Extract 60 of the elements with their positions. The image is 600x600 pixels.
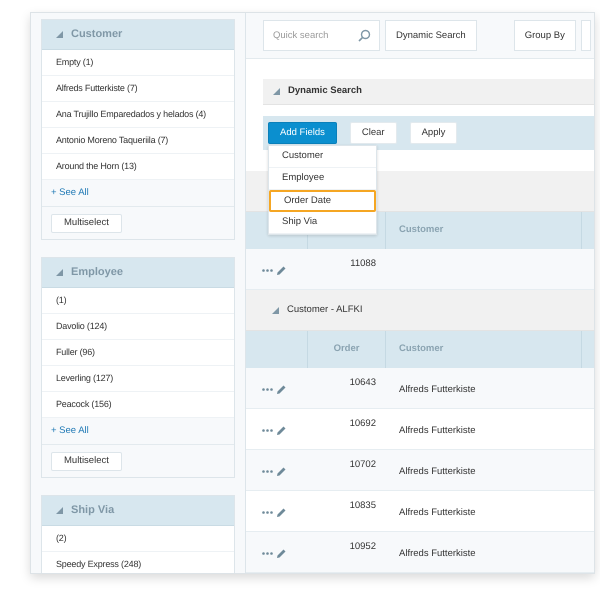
toolbar-button[interactable]: Dynamic Search xyxy=(385,20,477,52)
search-icon[interactable] xyxy=(358,29,371,42)
table-cell: Alfreds Futterkiste xyxy=(399,425,476,436)
collapse-icon[interactable] xyxy=(273,88,280,95)
facet-item[interactable]: Ana Trujillo Emparedados y helados (4) xyxy=(42,102,234,128)
collapse-icon[interactable] xyxy=(56,507,63,514)
facet-item[interactable]: Speedy Express (248) xyxy=(42,552,234,573)
see-all-link[interactable]: + See All xyxy=(51,186,89,200)
search-field[interactable]: Quick search xyxy=(263,20,380,52)
menu-item[interactable]: Customer xyxy=(269,146,376,168)
facet-item[interactable]: Empty (1) xyxy=(42,50,234,76)
more-icon[interactable] xyxy=(262,552,273,555)
more-icon[interactable] xyxy=(262,470,273,473)
pencil-icon[interactable] xyxy=(276,424,287,436)
action-button[interactable]: Apply xyxy=(410,122,458,144)
facet-title: Customer xyxy=(71,27,122,42)
facet-item[interactable]: (2) xyxy=(42,526,234,552)
table-cell: Alfreds Futterkiste xyxy=(399,384,476,396)
pencil-icon[interactable] xyxy=(276,506,287,518)
multiselect-button[interactable]: Multiselect xyxy=(51,452,122,470)
table-cell: Alfreds Futterkiste xyxy=(399,466,476,478)
menu-item[interactable]: Employee xyxy=(269,168,376,190)
table-cell: 10952 xyxy=(350,540,376,554)
multiselect-button[interactable]: Multiselect xyxy=(51,214,122,232)
more-icon[interactable] xyxy=(262,268,273,272)
panel-title: Dynamic Search xyxy=(288,84,362,98)
pencil-icon[interactable] xyxy=(276,466,287,477)
collapse-icon[interactable] xyxy=(56,269,63,276)
more-icon[interactable] xyxy=(262,510,273,514)
menu-item[interactable]: Ship Via xyxy=(269,212,376,234)
action-button[interactable]: Clear xyxy=(350,122,397,144)
group-title: Customer - ALFKI xyxy=(287,302,362,317)
menu-item[interactable]: Order Date xyxy=(269,190,376,212)
table-cell: 11088 xyxy=(350,257,376,272)
pencil-icon[interactable] xyxy=(276,384,287,395)
collapse-icon[interactable] xyxy=(56,31,63,38)
facet-item[interactable]: (1) xyxy=(42,288,234,314)
table-cell: Alfreds Futterkiste xyxy=(399,507,476,518)
facet-item[interactable]: Leverling (127) xyxy=(42,366,234,392)
panel-header[interactable]: Dynamic Search xyxy=(263,78,594,105)
more-icon[interactable] xyxy=(262,428,273,432)
collapse-icon[interactable] xyxy=(272,306,279,314)
table-cell: 10835 xyxy=(350,499,376,514)
see-all-link[interactable]: + See All xyxy=(51,424,89,438)
more-icon[interactable] xyxy=(262,388,273,391)
pencil-icon[interactable] xyxy=(276,548,287,559)
table-cell: 10692 xyxy=(350,417,376,432)
toolbar-button[interactable]: Group By xyxy=(514,20,576,52)
pencil-icon[interactable] xyxy=(276,264,287,276)
table-cell: 10643 xyxy=(350,376,376,390)
facet-item[interactable]: Fuller (96) xyxy=(42,340,234,366)
facet-item[interactable]: Alfreds Futterkiste (7) xyxy=(42,76,234,102)
facet-title: Employee xyxy=(71,265,123,280)
facet-item[interactable]: Antonio Moreno Taqueriila (7) xyxy=(42,128,234,154)
table-cell: Alfreds Futterkiste xyxy=(399,548,476,560)
facet-item[interactable]: Davolio (124) xyxy=(42,314,234,340)
action-button[interactable]: Add Fields xyxy=(268,122,337,144)
group-header[interactable]: Customer - ALFKI xyxy=(246,290,594,332)
table-cell: 10702 xyxy=(350,458,376,472)
facet-title: Ship Via xyxy=(71,503,114,518)
